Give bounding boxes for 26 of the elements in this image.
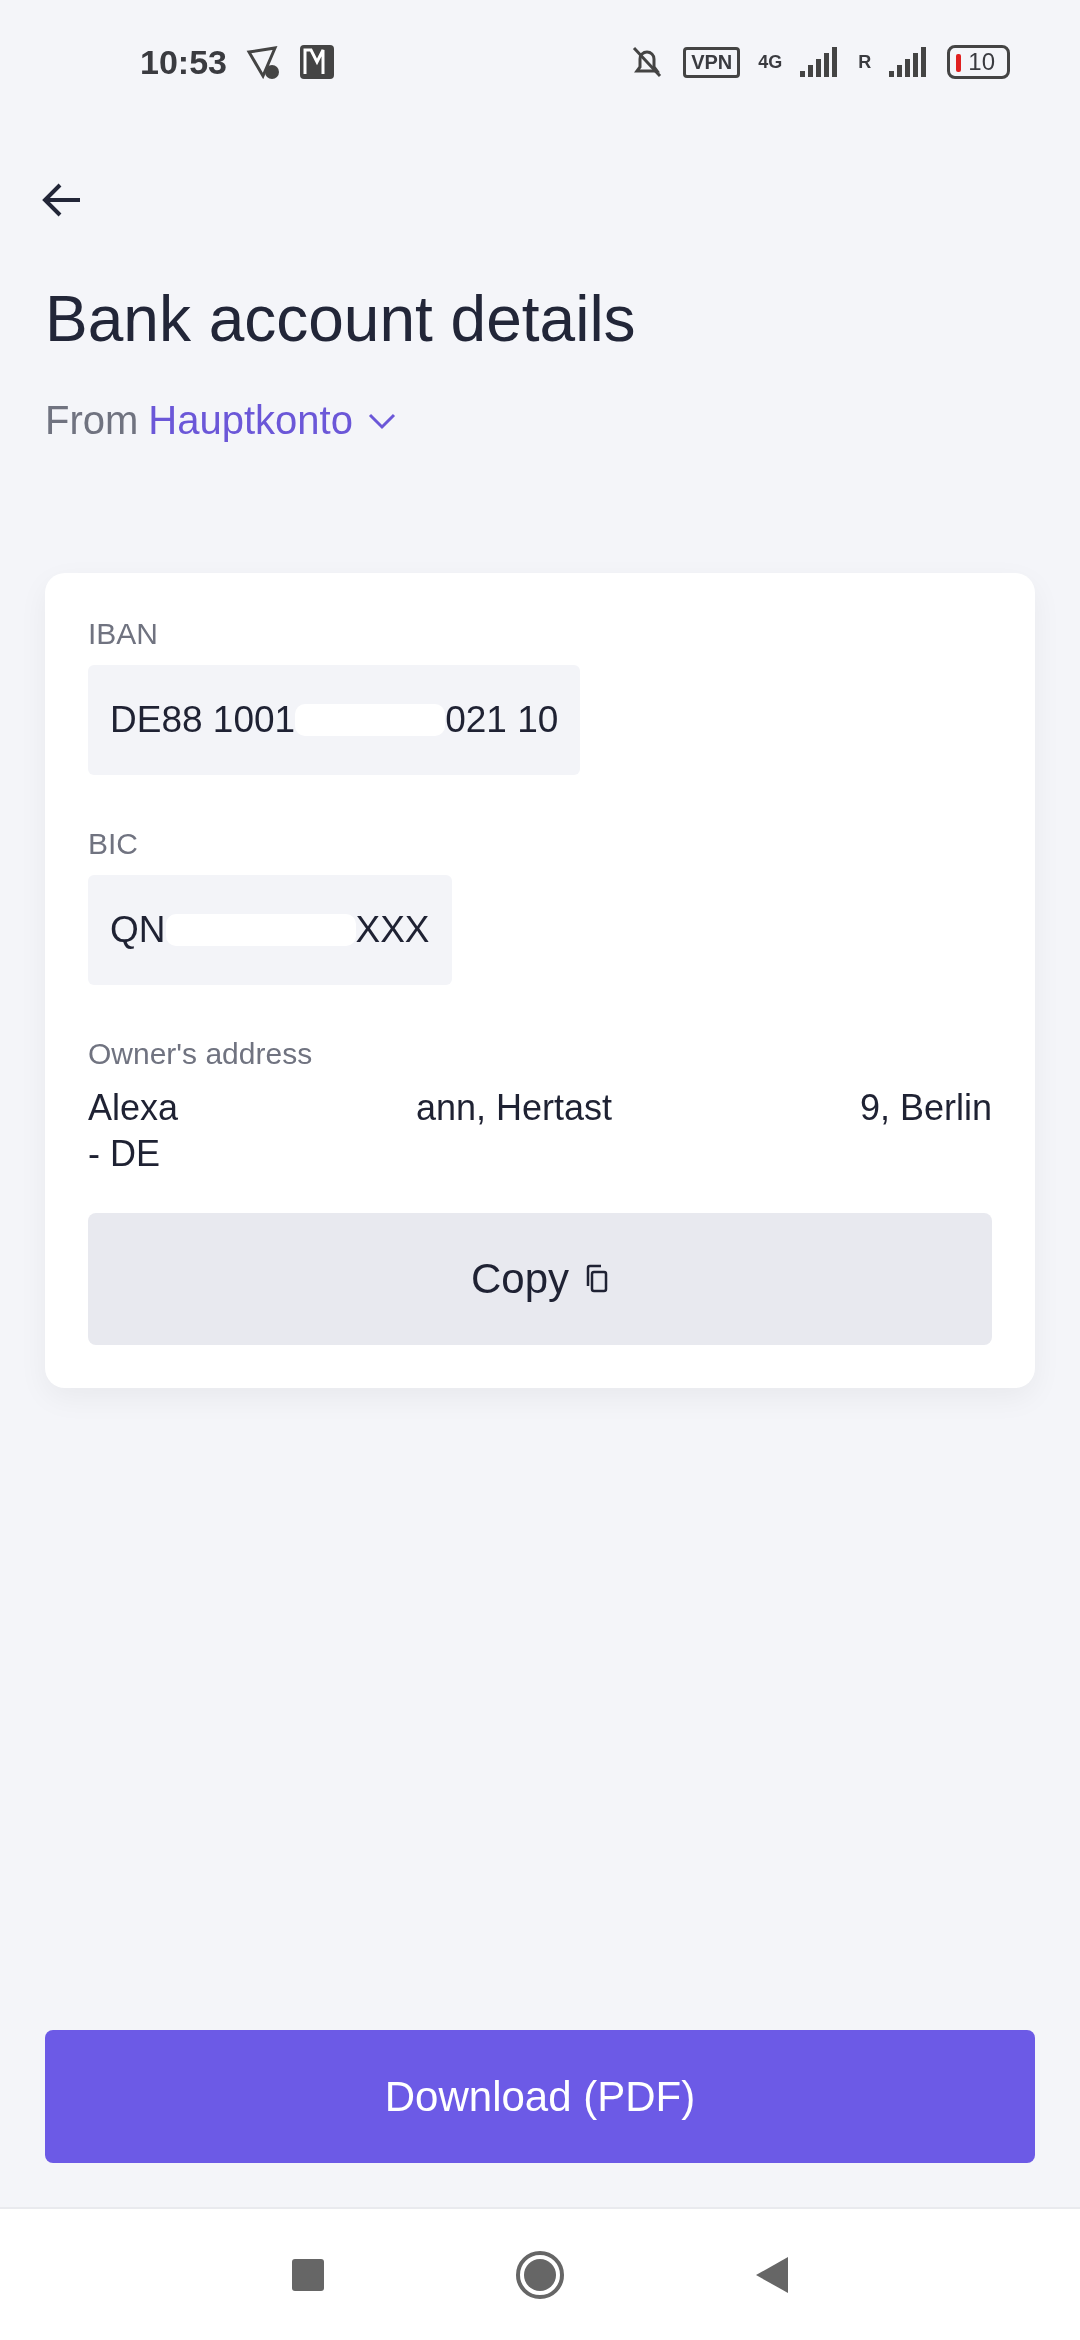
roaming-indicator: R xyxy=(858,51,872,73)
from-label: From xyxy=(45,398,139,443)
address-text: Alexa xyxy=(88,1086,179,1130)
back-arrow-icon[interactable] xyxy=(42,182,82,218)
download-button[interactable]: Download (PDF) xyxy=(45,2030,1035,2163)
home-icon[interactable] xyxy=(515,2249,565,2300)
address-text: 9, Berlin xyxy=(859,1086,992,1130)
field-label: Owner's address xyxy=(88,1037,314,1071)
copy-icon xyxy=(585,1264,610,1294)
clock: 10:53 xyxy=(140,42,227,82)
back-icon[interactable] xyxy=(755,2255,789,2294)
copy-button[interactable]: Copy xyxy=(88,1213,992,1345)
account-field: QN XXX xyxy=(88,875,452,985)
recents-icon[interactable] xyxy=(291,2257,325,2292)
field-label: IBAN xyxy=(88,617,160,651)
address-text: - DE xyxy=(88,1132,160,1176)
vpn-indicator: VPN xyxy=(683,46,741,78)
account-selector[interactable]: Hauptkonto xyxy=(148,398,397,443)
page-title: Bank account details xyxy=(45,282,637,356)
account-field: DE88 1001 021 10 xyxy=(88,665,581,775)
app-badge-icon xyxy=(298,44,335,80)
network-type: 4G xyxy=(758,51,783,73)
battery-indicator: 10 xyxy=(947,45,1010,79)
address-text: ann, Hertast xyxy=(415,1086,613,1130)
field-label: BIC xyxy=(88,827,139,861)
send-check-icon xyxy=(244,44,281,80)
